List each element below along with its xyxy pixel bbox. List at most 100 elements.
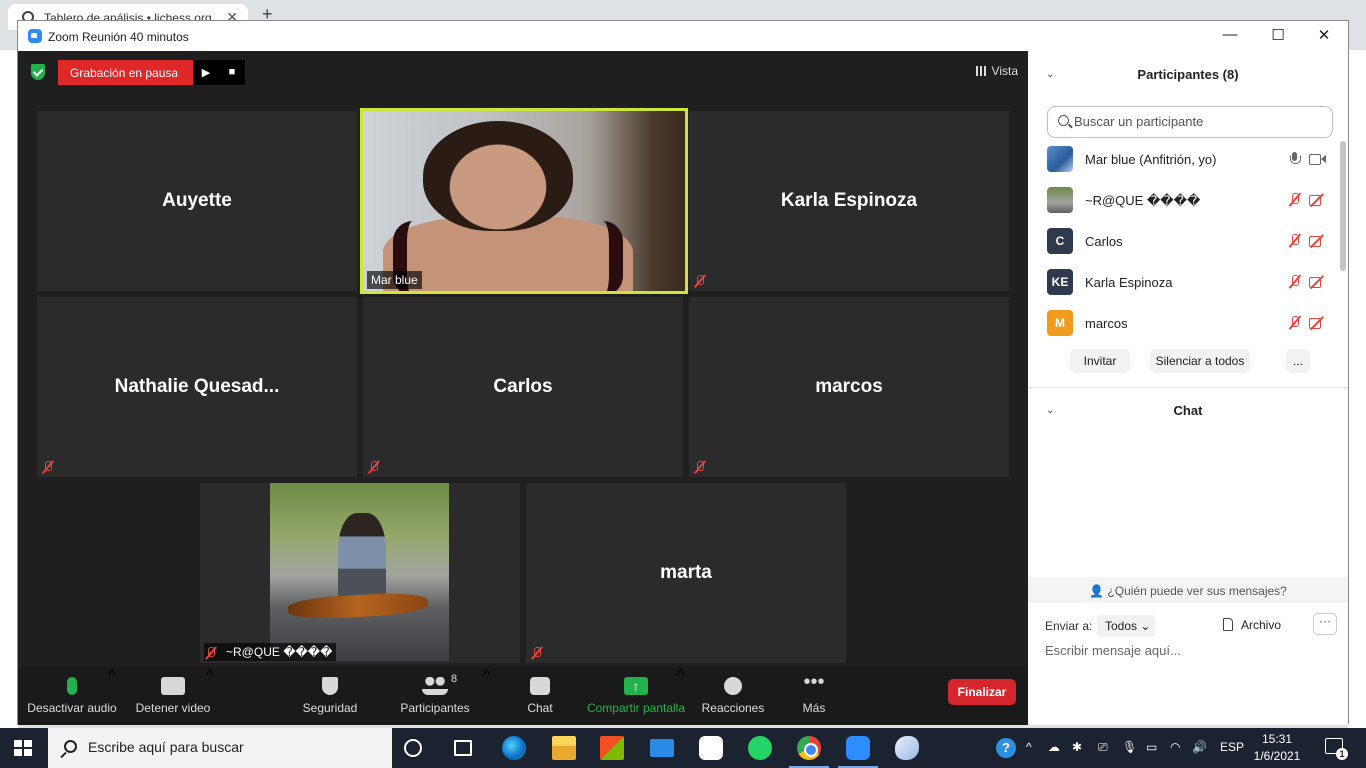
resume-recording-button[interactable]: ▶ [193, 60, 219, 85]
send-to-select[interactable]: Todos ⌄ [1097, 615, 1155, 637]
recording-bar: Grabación en pausa ▶ ■ [58, 60, 245, 85]
video-tile-auyette[interactable]: Auyette [37, 111, 357, 291]
participant-video [363, 111, 685, 291]
share-options-caret[interactable]: ^ [677, 667, 685, 685]
end-meeting-button[interactable]: Finalizar [948, 679, 1016, 705]
share-screen-label: Compartir pantalla [586, 701, 686, 715]
participant-row-marcos[interactable]: M marcos [1047, 310, 1337, 340]
minimize-button[interactable]: — [1220, 26, 1240, 43]
mute-audio-button[interactable]: Desactivar audio [26, 667, 118, 725]
video-tile-roque[interactable]: ~R@QUE ���� [200, 483, 520, 663]
participant-video [270, 483, 449, 661]
battery-icon[interactable]: ▭ [1146, 740, 1157, 754]
audio-options-caret[interactable]: ^ [108, 667, 116, 685]
video-tile-marcos[interactable]: marcos [689, 297, 1009, 477]
cloud-icon[interactable]: ☁ [1048, 740, 1060, 754]
participant-name: Karla Espinoza [1085, 275, 1173, 290]
participant-search-input[interactable] [1074, 114, 1324, 129]
shield-icon [322, 677, 338, 695]
paint-icon[interactable] [895, 736, 919, 760]
participant-name: Mar blue (Anfitrión, yo) [1085, 152, 1217, 167]
video-tile-marta[interactable]: marta [526, 483, 846, 663]
store-icon[interactable] [600, 736, 624, 760]
chrome-icon[interactable] [797, 736, 821, 760]
view-button[interactable]: Vista [975, 64, 1018, 78]
video-tile-mar-blue[interactable]: Mar blue [360, 108, 688, 294]
wifi-icon[interactable]: ◠ [1170, 740, 1180, 754]
participant-search[interactable] [1047, 106, 1333, 138]
participants-options-caret[interactable]: ^ [483, 667, 491, 685]
file-button[interactable]: Archivo [1223, 618, 1281, 632]
cortana-icon[interactable] [404, 739, 422, 757]
security-button[interactable]: Seguridad [298, 667, 362, 725]
participants-label: Participantes [400, 701, 470, 715]
tile-name: Auyette [162, 190, 232, 211]
usb-device-icon[interactable]: ⎚ [1098, 740, 1108, 755]
send-to-row: Enviar a: Todos ⌄ Archivo ··· [1045, 613, 1337, 637]
user-lock-icon: 👤 [1089, 584, 1105, 598]
taskbar-search-input[interactable] [88, 739, 378, 755]
share-screen-button[interactable]: Compartir pantalla [584, 667, 688, 725]
close-window-button[interactable]: ✕ [1314, 26, 1334, 44]
send-to-label: Enviar a: [1045, 619, 1093, 633]
task-view-icon[interactable] [454, 740, 472, 756]
reactions-button[interactable]: Reacciones [700, 667, 766, 725]
video-tile-carlos[interactable]: Carlos [363, 297, 683, 477]
participant-row-karla[interactable]: KE Karla Espinoza [1047, 269, 1337, 299]
edge-icon[interactable] [502, 736, 526, 760]
video-options-caret[interactable]: ^ [206, 667, 214, 685]
participant-row-mar-blue[interactable]: Mar blue (Anfitrión, yo) [1047, 146, 1337, 176]
video-subject-person [338, 513, 386, 605]
windows-start-icon[interactable] [14, 740, 32, 756]
chat-message-input[interactable] [1045, 643, 1335, 658]
volume-icon[interactable]: 🔊 [1192, 740, 1207, 754]
mail-icon[interactable] [650, 739, 674, 757]
chat-more-button[interactable]: ··· [1313, 613, 1337, 635]
zoom-taskbar-icon[interactable] [846, 736, 870, 760]
avatar: KE [1047, 269, 1073, 295]
language-indicator[interactable]: ESP [1220, 740, 1244, 754]
more-button[interactable]: ••• Más [794, 667, 834, 725]
participant-row-carlos[interactable]: C Carlos [1047, 228, 1337, 258]
invite-button[interactable]: Invitar [1070, 349, 1130, 373]
file-explorer-icon[interactable] [552, 736, 576, 760]
avatar [1047, 146, 1073, 172]
antivirus-icon[interactable]: ✱ [1072, 740, 1082, 754]
stop-recording-button[interactable]: ■ [219, 60, 245, 85]
view-label: Vista [991, 64, 1018, 78]
encryption-shield-icon[interactable] [31, 64, 45, 80]
camera-off-icon [1309, 276, 1325, 288]
stop-video-button[interactable]: Detener video [132, 667, 214, 725]
whatsapp-icon[interactable] [748, 736, 772, 760]
chat-label: Chat [527, 701, 553, 715]
mic-muted-icon [1289, 316, 1301, 330]
clock[interactable]: 15:31 1/6/2021 [1252, 731, 1302, 765]
participant-name: ~R@QUE ���� [1085, 193, 1201, 208]
mute-all-button[interactable]: Silenciar a todos [1150, 349, 1250, 373]
stop-video-label: Detener video [135, 701, 211, 715]
participants-button[interactable]: Participantes [398, 667, 472, 725]
video-subject-straps [393, 221, 623, 291]
who-can-see-link[interactable]: 👤 ¿Quién puede ver sus mensajes? [1028, 577, 1348, 603]
participants-more-button[interactable]: ... [1286, 349, 1310, 373]
avatar [1047, 187, 1073, 213]
maximize-button[interactable]: ☐ [1268, 26, 1288, 44]
tile-name: Carlos [493, 376, 553, 397]
participant-row-roque[interactable]: ~R@QUE ���� [1047, 187, 1337, 217]
office-icon[interactable] [699, 736, 723, 760]
help-icon[interactable]: ? [996, 738, 1016, 758]
microphone-tray-icon[interactable]: 🎙 [1122, 740, 1137, 754]
browser-page-right [1348, 50, 1366, 730]
tile-name-tag: ~R@QUE ���� [204, 643, 337, 661]
participants-scrollbar[interactable] [1340, 141, 1346, 271]
taskbar-search[interactable] [48, 728, 392, 768]
muted-mic-icon [367, 460, 381, 474]
search-icon [64, 740, 77, 753]
video-tile-karla[interactable]: Karla Espinoza [689, 111, 1009, 291]
avatar: C [1047, 228, 1073, 254]
tray-overflow-chevron-icon[interactable]: ^ [1026, 740, 1032, 754]
camera-on-icon [1309, 153, 1326, 165]
chat-button[interactable]: Chat [518, 667, 562, 725]
video-tile-nathalie[interactable]: Nathalie Quesad... [37, 297, 357, 477]
mic-muted-icon [1289, 234, 1301, 248]
